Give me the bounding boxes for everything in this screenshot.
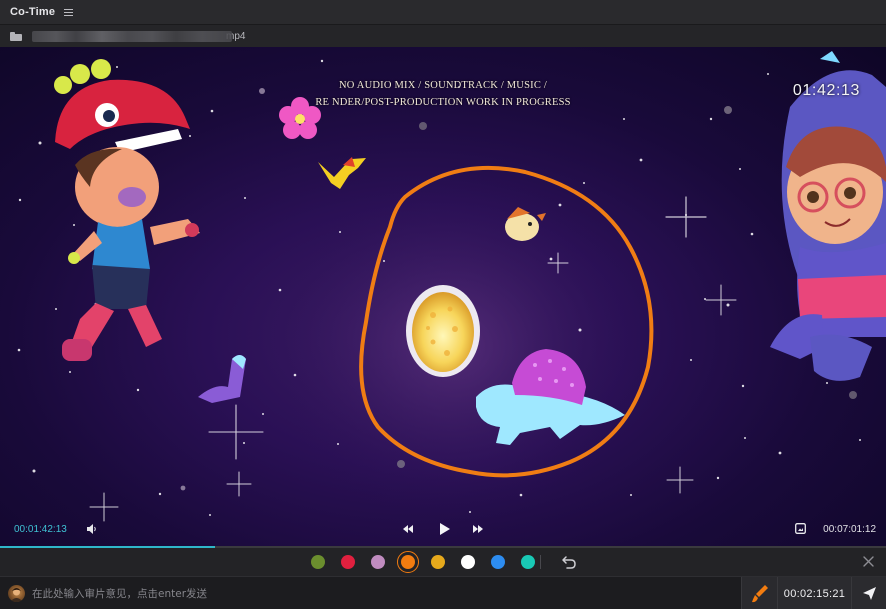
close-icon[interactable]: [862, 555, 875, 568]
color-swatch[interactable]: [371, 555, 385, 569]
timecode-overlay: 01:42:13: [792, 82, 860, 99]
app-title: Co-Time: [10, 6, 56, 18]
watermark-line-1: NO AUDIO MIX / SOUNDTRACK / MUSIC /: [339, 80, 547, 91]
color-swatch[interactable]: [461, 555, 475, 569]
menu-icon[interactable]: [64, 8, 74, 16]
file-bar: mp4: [0, 25, 886, 47]
comment-input[interactable]: [32, 584, 732, 603]
video-player[interactable]: NO AUDIO MIX / SOUNDTRACK / MUSIC / RE N…: [0, 47, 886, 546]
video-frame: [17, 51, 886, 522]
watermark-line-2: RE NDER/POST-PRODUCTION WORK IN PROGRESS: [315, 97, 571, 108]
title-bar: Co-Time: [0, 0, 886, 25]
send-icon[interactable]: [851, 577, 886, 609]
annotation-toolbar: [0, 548, 886, 576]
undo-icon[interactable]: [561, 554, 577, 570]
color-swatch[interactable]: [311, 555, 325, 569]
color-swatch[interactable]: [491, 555, 505, 569]
toolbar-divider: [540, 555, 541, 569]
color-swatch[interactable]: [521, 555, 535, 569]
comment-bar: 00:02:15:21: [0, 576, 886, 609]
color-swatch[interactable]: [431, 555, 445, 569]
current-time: 00:01:42:13: [14, 524, 67, 535]
avatar: [8, 585, 25, 602]
folder-icon[interactable]: [10, 31, 22, 41]
duration: 00:07:01:12: [823, 524, 876, 535]
color-swatch[interactable]: [397, 551, 419, 573]
egg: [406, 285, 480, 377]
volume-icon[interactable]: [86, 523, 98, 535]
color-swatch[interactable]: [341, 555, 355, 569]
comment-timestamp[interactable]: 00:02:15:21: [777, 577, 851, 609]
work-in-progress-watermark: NO AUDIO MIX / SOUNDTRACK / MUSIC / RE N…: [0, 77, 886, 111]
brush-icon[interactable]: [741, 577, 777, 609]
yellow-bird: [318, 158, 366, 189]
fullscreen-icon[interactable]: [795, 523, 806, 534]
playback-controls: [403, 522, 489, 536]
blurred-file-name: [32, 30, 232, 42]
